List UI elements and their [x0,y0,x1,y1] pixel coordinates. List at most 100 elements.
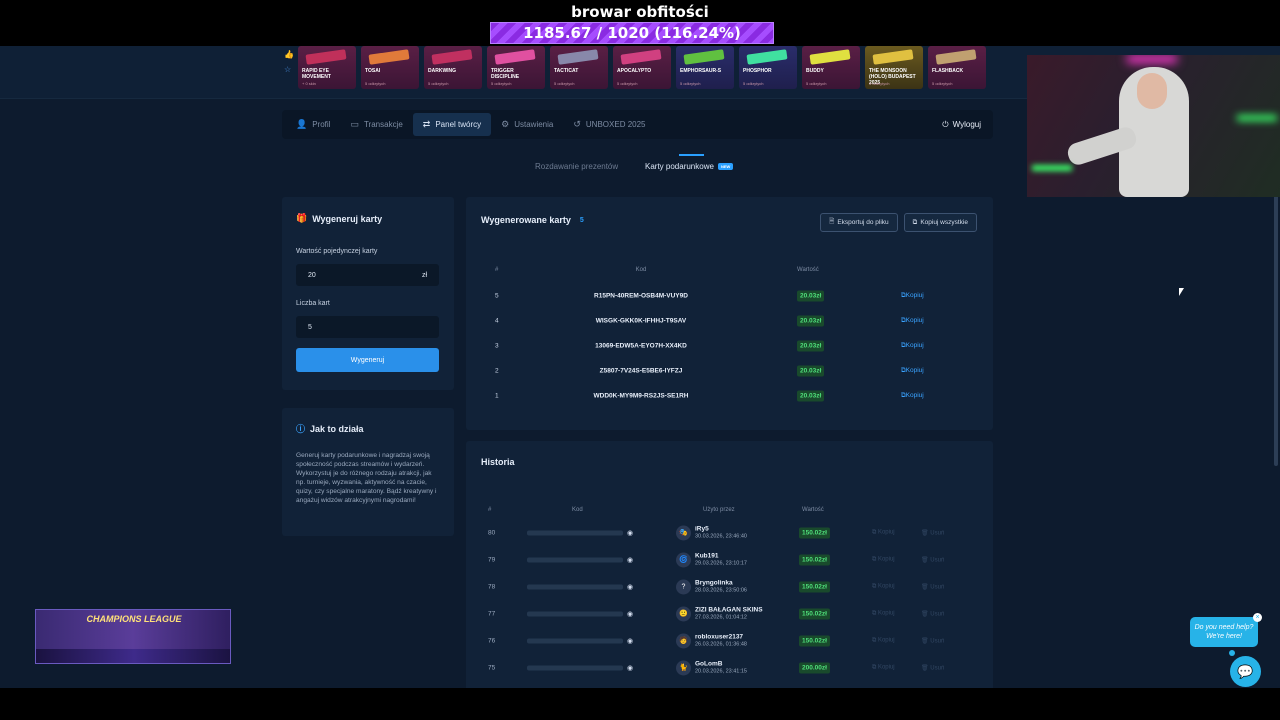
eye-icon[interactable]: ◉ [627,583,633,591]
history-table: # Kod Użyto przez Wartość 80 ◉ 🎭 iRy5 30.03.… [481,503,978,681]
generate-button[interactable]: Wygeneruj [296,348,439,372]
skin-card[interactable]: PHOSPHOR 5 odkrytych [739,46,797,89]
power-icon: ⏻ [942,119,949,129]
copy-label: Kopiuj [905,366,924,374]
gift-code: R15PN-40REM-OSB4M-VUY9D [594,292,688,299]
hidden-code [527,638,623,643]
skin-card[interactable]: APOCALYPTO 5 odkrytych [613,46,671,89]
copy-button[interactable]: ⧉Kopiuj [901,367,924,375]
copy-all-button[interactable]: ⧉ Kopiuj wszystkie [903,213,977,232]
value-badge: 20.03zł [797,315,825,326]
tab-label: Transakcje [363,120,403,129]
table-row: 77 ◉ 🙂 ZIZI BAŁAGAN SKINS 27.03.2026, 01:04:… [481,600,978,627]
logout-button[interactable]: ⏻ Wyloguj [942,110,981,139]
streamer-head [1137,73,1167,109]
tab-gift-cards[interactable]: Karty podarunkowe NEW [645,162,734,171]
skin-card[interactable]: DARKWING 5 odkrytych [424,46,482,89]
tab-gift-cards-label: Karty podarunkowe [645,162,714,171]
used-by: 🐈 GoLomB 20.03.2026, 23:41:15 [676,660,747,675]
tab-panel-tw-rcy[interactable]: ⇄ Panel twórcy [412,113,492,136]
skin-name: BUDDY [806,68,824,74]
star-icon[interactable]: ☆ [284,65,296,74]
tab-profil[interactable]: 👤 Profil [286,113,340,136]
chat-button[interactable]: 💬 [1230,656,1261,687]
hidden-code [527,530,623,535]
used-date: 30.03.2026, 23:46:40 [695,533,747,540]
skin-name: RAPID EYE MOVEMENT [302,68,331,80]
weapon-icon [557,49,599,65]
value-badge: 20.03zł [797,390,825,401]
weapon-icon [431,49,473,65]
copy-label: Kopiuj [877,637,895,643]
delete-button-disabled: 🗑 Usuń [921,584,945,590]
tab-unboxed-2025[interactable]: ↺ UNBOXED 2025 [563,113,655,136]
row-num: 77 [488,610,496,617]
creator-icon: ⇄ [422,119,431,129]
weapon-icon [305,49,347,65]
skin-name: FLASHBACK [932,68,964,74]
table-row: 79 ◉ 🌀 Kub191 29.03.2026, 23:10:17 150.02zł ⧉ … [481,546,978,573]
tab-transakcje[interactable]: ▭ Transakcje [340,113,412,136]
tab-list: 👤 Profil ▭ Transakcje ⇄ Panel twórcy ⚙ Ustawien… [286,113,656,136]
skin-card[interactable]: BUDDY 5 odkrytych [802,46,860,89]
skin-sub: + 0 skin [302,81,316,86]
value-input[interactable]: 20 zł [296,264,439,286]
copy-button[interactable]: ⧉Kopiuj [901,392,924,400]
eye-icon[interactable]: ◉ [627,664,633,672]
hidden-code [527,665,623,670]
row-num: 78 [488,583,496,590]
copy-label: Kopiuj [905,316,924,324]
history-panel: Historia # Kod Użyto przez Wartość 80 ◉ 🎭 i… [466,441,993,688]
skin-card[interactable]: TRIGGER DISCIPLINE 5 odkrytych [487,46,545,89]
copy-button-disabled: ⧉ Kopiuj [872,664,895,670]
tab-giveaways[interactable]: Rozdawanie prezentów [535,162,618,171]
col-used-by: Użyto przez [703,507,735,513]
skin-card[interactable]: THE MONSOON (HOLO) BUDAPEST 2025 5 odkryt… [865,46,923,89]
copy-button[interactable]: ⧉Kopiuj [901,292,924,300]
skin-card[interactable]: TACTICAT 5 odkrytych [550,46,608,89]
value-badge: 150.02zł [799,581,830,592]
generate-title-text: Wygeneruj karty [312,213,383,224]
username: Bryngolinka [695,579,733,587]
help-bubble[interactable]: Do you need help? We're here! [1190,617,1258,647]
export-button[interactable]: 🗎 Eksportuj do pliku [820,213,898,232]
weapon-icon [872,49,914,65]
username: robloxuser2137 [695,633,744,641]
used-by: 🌀 Kub191 29.03.2026, 23:10:17 [676,552,747,567]
close-icon[interactable]: × [1253,613,1262,622]
delete-button-disabled: 🗑 Usuń [921,530,945,536]
row-num: 2 [495,367,499,374]
history-table-body: 80 ◉ 🎭 iRy5 30.03.2026, 23:46:40 150.02zł ⧉ Ko… [481,519,978,681]
count-label: Liczba kart [296,300,330,307]
copy-label: Kopiuj [877,610,895,616]
chat-icon: 💬 [1237,663,1254,679]
copy-button[interactable]: ⧉Kopiuj [901,317,924,325]
banner-bar [36,649,230,663]
table-row: 3 13069-EDW5A-EYO7H-XX4KD 20.03zł ⧉Kopiuj [481,333,978,358]
copy-button[interactable]: ⧉Kopiuj [901,342,924,350]
delete-label: Usuń [930,584,945,590]
count-input[interactable]: 5 [296,316,439,338]
cards-actions: 🗎 Eksportuj do pliku ⧉ Kopiuj wszystkie [820,213,977,232]
skin-card[interactable]: EMPHORSAUR-S 5 odkrytych [676,46,734,89]
hidden-code [527,584,623,589]
copy-button-disabled: ⧉ Kopiuj [872,556,895,562]
skin-card[interactable]: FLASHBACK 5 odkrytych [928,46,986,89]
weapon-icon [620,49,662,65]
skin-name: TACTICAT [554,68,579,74]
skin-card[interactable]: TOSAI 5 odkrytych [361,46,419,89]
username: ZIZI BAŁAGAN SKINS [695,606,763,614]
copy-button-disabled: ⧉ Kopiuj [872,583,895,589]
eye-icon[interactable]: ◉ [627,529,633,537]
skin-name: EMPHORSAUR-S [680,68,722,74]
eye-icon[interactable]: ◉ [627,610,633,618]
tab-ustawienia[interactable]: ⚙ Ustawienia [491,113,563,136]
eye-icon[interactable]: ◉ [627,556,633,564]
eye-icon[interactable]: ◉ [627,637,633,645]
thumbs-up-icon[interactable]: 👍 [284,50,296,59]
skin-sub: 5 odkrytych [743,81,764,86]
skin-card[interactable]: RAPID EYE MOVEMENT + 0 skin [298,46,356,89]
tab-label: Panel twórcy [435,120,482,129]
gear-icon: ⚙ [501,119,510,129]
delete-button-disabled: 🗑 Usuń [921,557,945,563]
